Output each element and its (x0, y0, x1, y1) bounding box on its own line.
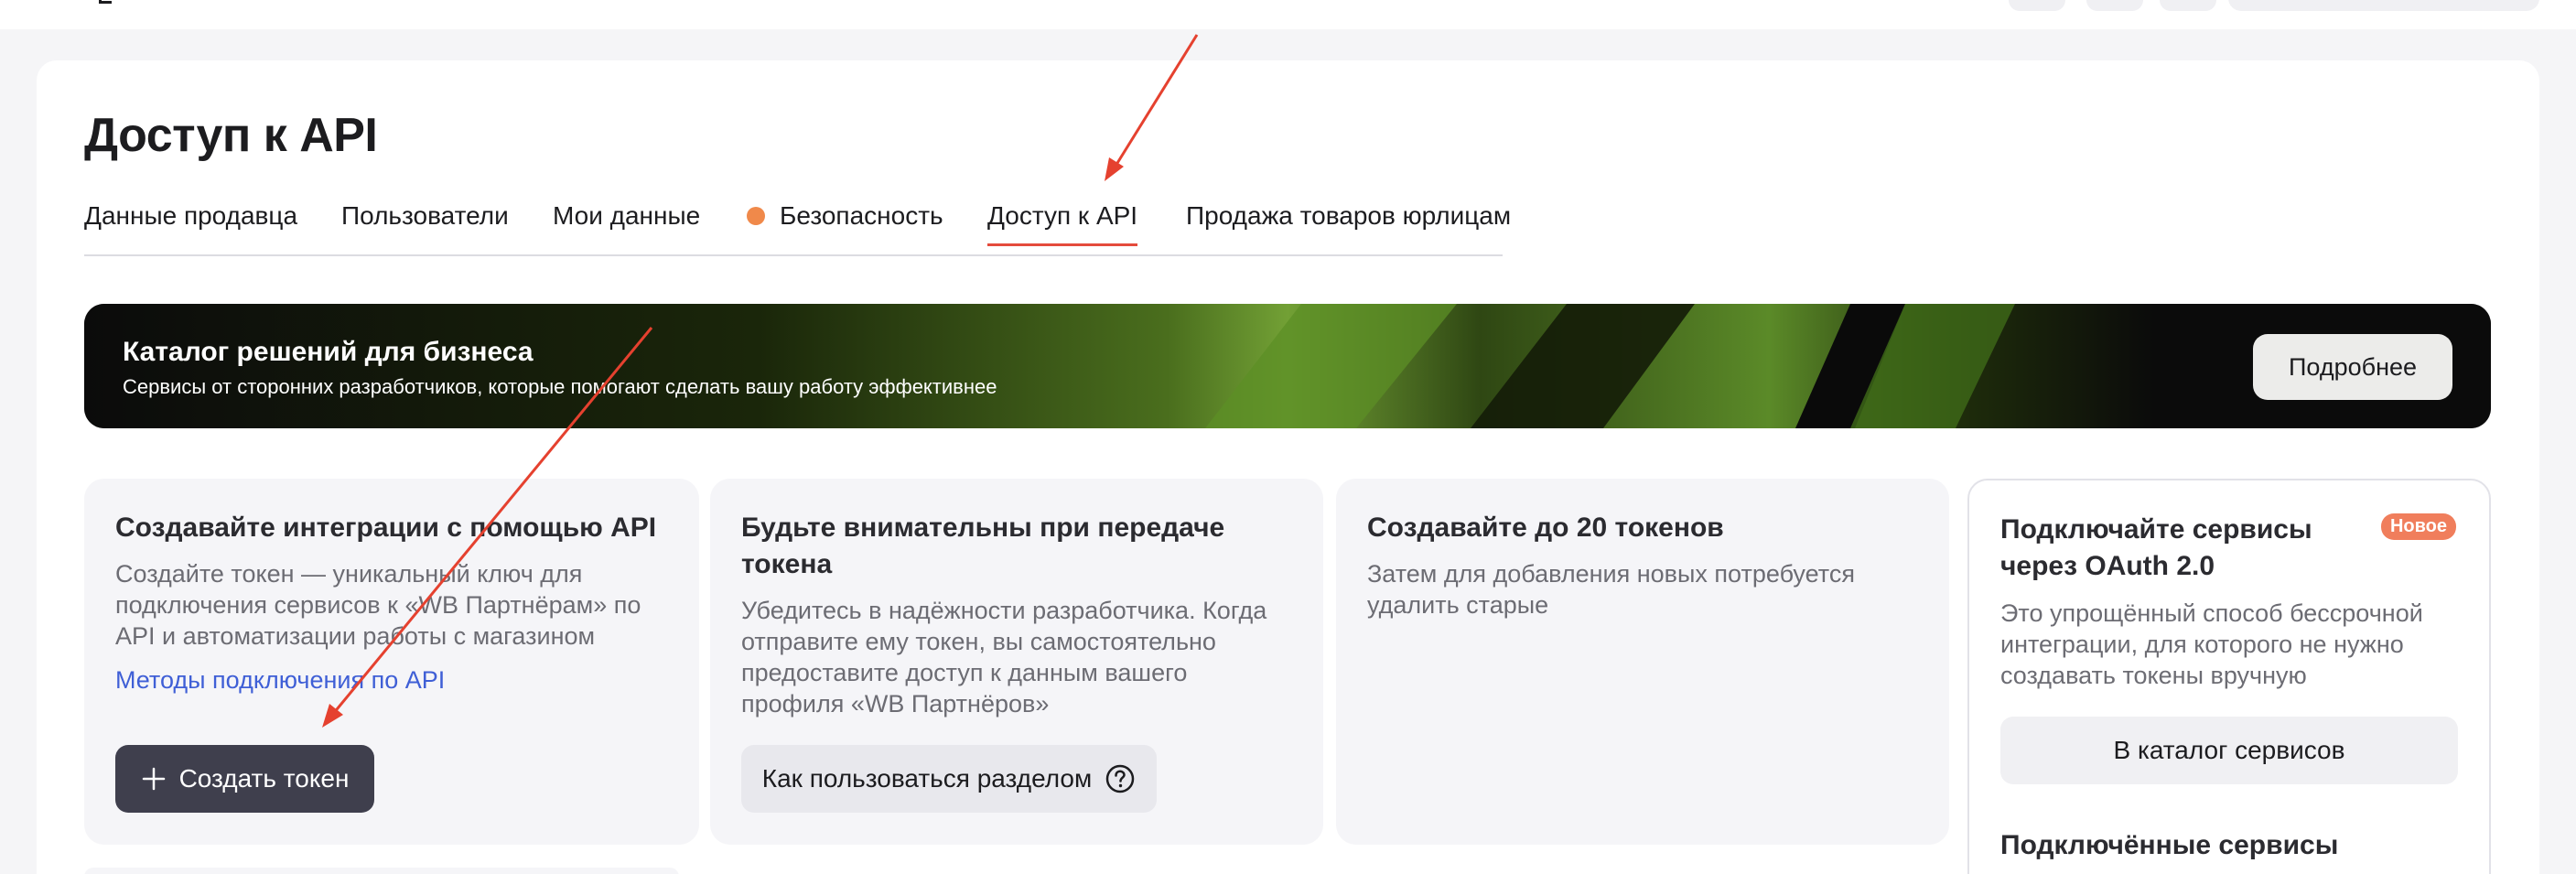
logo (99, 0, 112, 4)
new-badge: Новое (2380, 513, 2456, 540)
how-to-use-button[interactable]: Как пользоваться разделом (741, 745, 1157, 813)
top-bar (0, 0, 2576, 29)
tab-bar: Данные продавца Пользователи Мои данные … (84, 198, 1511, 256)
banner-title: Каталог решений для бизнеса (123, 337, 534, 367)
card-text: Это упрощённый способ бессрочной интегра… (2000, 599, 2423, 689)
header-icon-button[interactable] (2086, 0, 2143, 11)
card-title: Будьте внимательны при передаче токена (741, 513, 1225, 579)
tab-b2b-sales[interactable]: Продажа товаров юрлицам (1186, 201, 1511, 231)
header-icon-button[interactable] (2160, 0, 2216, 11)
page-title: Доступ к API (84, 109, 378, 162)
banner-subtitle: Сервисы от сторонних разработчиков, кото… (123, 375, 997, 398)
card-text: Затем для добавления новых потребуется у… (1367, 560, 1855, 619)
api-methods-link[interactable]: Методы подключения по API (115, 666, 445, 695)
card-oauth: Новое Подключайте сервисы через OAuth 2.… (1967, 479, 2491, 874)
solutions-banner: Каталог решений для бизнеса Сервисы от с… (84, 304, 2491, 428)
card-text: Убедитесь в надёжности разработчика. Ког… (741, 597, 1267, 718)
card-integrations: Создавайте интеграции с помощью API Созд… (84, 479, 699, 845)
tab-security[interactable]: Безопасность (747, 201, 943, 231)
service-catalog-button[interactable]: В каталог сервисов (2000, 717, 2458, 784)
tab-users[interactable]: Пользователи (341, 201, 509, 231)
notification-dot (747, 206, 765, 225)
card-text: Создайте токен — уникальный ключ для под… (115, 560, 641, 650)
tab-security-label: Безопасность (780, 201, 943, 230)
card-title: Создавайте до 20 токенов (1367, 513, 1724, 543)
create-token-label: Создать токен (178, 764, 350, 793)
card-token-limit: Создавайте до 20 токенов Затем для добав… (1336, 479, 1949, 845)
header-icon-button[interactable] (2009, 0, 2065, 11)
question-circle-icon (1105, 764, 1135, 793)
tab-api-access[interactable]: Доступ к API (987, 201, 1138, 246)
banner-more-button[interactable]: Подробнее (2253, 334, 2452, 400)
card-careful: Будьте внимательны при передаче токена У… (710, 479, 1323, 845)
profile-selector[interactable] (2228, 0, 2539, 11)
tab-my-data[interactable]: Мои данные (553, 201, 700, 231)
card-title: Подключайте сервисы через OAuth 2.0 (2000, 514, 2312, 581)
next-card-edge (84, 868, 679, 874)
tab-seller-data[interactable]: Данные продавца (84, 201, 297, 231)
plus-icon (142, 767, 165, 791)
card-title: Создавайте интеграции с помощью API (115, 513, 657, 543)
create-token-button[interactable]: Создать токен (115, 745, 374, 813)
how-to-use-label: Как пользоваться разделом (761, 764, 1093, 793)
connected-services-heading: Подключённые сервисы (2000, 830, 2339, 860)
